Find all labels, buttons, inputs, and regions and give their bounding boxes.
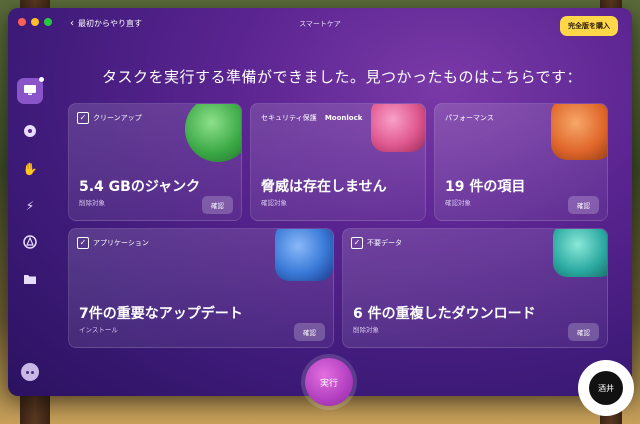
folder-icon [23, 273, 37, 288]
clutter-label: 不要データ [367, 239, 402, 247]
applications-value: 7件の重要なアップデート [79, 306, 243, 322]
moonlock-brand: Moonlock [324, 114, 363, 122]
clutter-checkbox[interactable]: ✓ [351, 237, 363, 249]
applications-label: アプリケーション [93, 239, 149, 247]
applications-sub: インストール [79, 326, 118, 334]
cleanup-disk-icon [23, 124, 37, 141]
watermark-logo: 酒井 [578, 360, 634, 416]
applications-checkbox[interactable]: ✓ [77, 237, 89, 249]
assistant-icon[interactable] [21, 363, 39, 381]
monitor-icon [23, 84, 37, 99]
cleanup-checkbox[interactable]: ✓ [77, 112, 89, 124]
apple-logo-icon: 酒井 [589, 371, 623, 405]
card-clutter[interactable]: ✓ 不要データ 6 件の重複したダウンロード 削除対象 確認 [342, 228, 608, 348]
performance-sub: 確認対象 [445, 199, 471, 207]
buy-button[interactable]: 完全版を購入 [560, 16, 618, 36]
sidebar-item-cleanup[interactable] [21, 123, 39, 141]
hand-icon: ✋ [22, 162, 38, 176]
sidebar-item-files[interactable] [21, 271, 39, 289]
performance-label: パフォーマンス [445, 114, 494, 122]
cleanup-value: 5.4 GBのジャンク [79, 179, 201, 195]
security-label: セキュリティ保護 Moonlock [261, 114, 363, 122]
card-security[interactable]: セキュリティ保護 Moonlock 脅威は存在しません 確認対象 [250, 103, 426, 221]
sidebar-item-protection[interactable]: ✋ [21, 160, 39, 178]
clutter-review-button[interactable]: 確認 [568, 323, 599, 341]
page-headline: タスクを実行する準備ができました。見つかったものはこちらです： [101, 68, 583, 86]
card-cleanup[interactable]: ✓ クリーンアップ 5.4 GBのジャンク 削除対象 確認 [68, 103, 242, 221]
cleanup-sub: 削除対象 [79, 199, 105, 207]
security-value: 脅威は存在しません [261, 179, 387, 195]
cleanup-label: クリーンアップ [93, 114, 142, 122]
sidebar: ✋ ⚡ [8, 77, 52, 289]
hand-shield-icon [371, 104, 425, 152]
clutter-sub: 削除対象 [353, 326, 379, 334]
lightning-icon [551, 104, 607, 160]
clutter-value: 6 件の重複したダウンロード [353, 306, 536, 322]
sidebar-item-performance[interactable]: ⚡ [21, 197, 39, 215]
status-dot [39, 77, 44, 82]
performance-value: 19 件の項目 [445, 179, 526, 195]
sidebar-item-smart-care[interactable] [17, 77, 44, 104]
card-performance[interactable]: パフォーマンス 19 件の項目 確認対象 確認 [434, 103, 608, 221]
applications-review-button[interactable]: 確認 [294, 323, 325, 341]
security-sub: 確認対象 [261, 199, 287, 207]
cleanup-review-button[interactable]: 確認 [202, 196, 233, 214]
card-applications[interactable]: ✓ アプリケーション 7件の重要なアップデート インストール 確認 [68, 228, 334, 348]
performance-review-button[interactable]: 確認 [568, 196, 599, 214]
apps-icon [23, 234, 37, 252]
cleanup-icon [185, 104, 241, 162]
window-title: スマートケア [299, 20, 341, 28]
run-button[interactable]: 実行 [305, 358, 353, 406]
app-window: ‹ 最初からやり直す スマートケア 完全版を購入 ✋ ⚡ タスクを実行する準備が… [8, 8, 632, 396]
applications-icon [275, 229, 333, 281]
lightning-icon: ⚡ [25, 199, 35, 213]
folder-icon [553, 229, 607, 277]
sidebar-item-applications[interactable] [21, 234, 39, 252]
